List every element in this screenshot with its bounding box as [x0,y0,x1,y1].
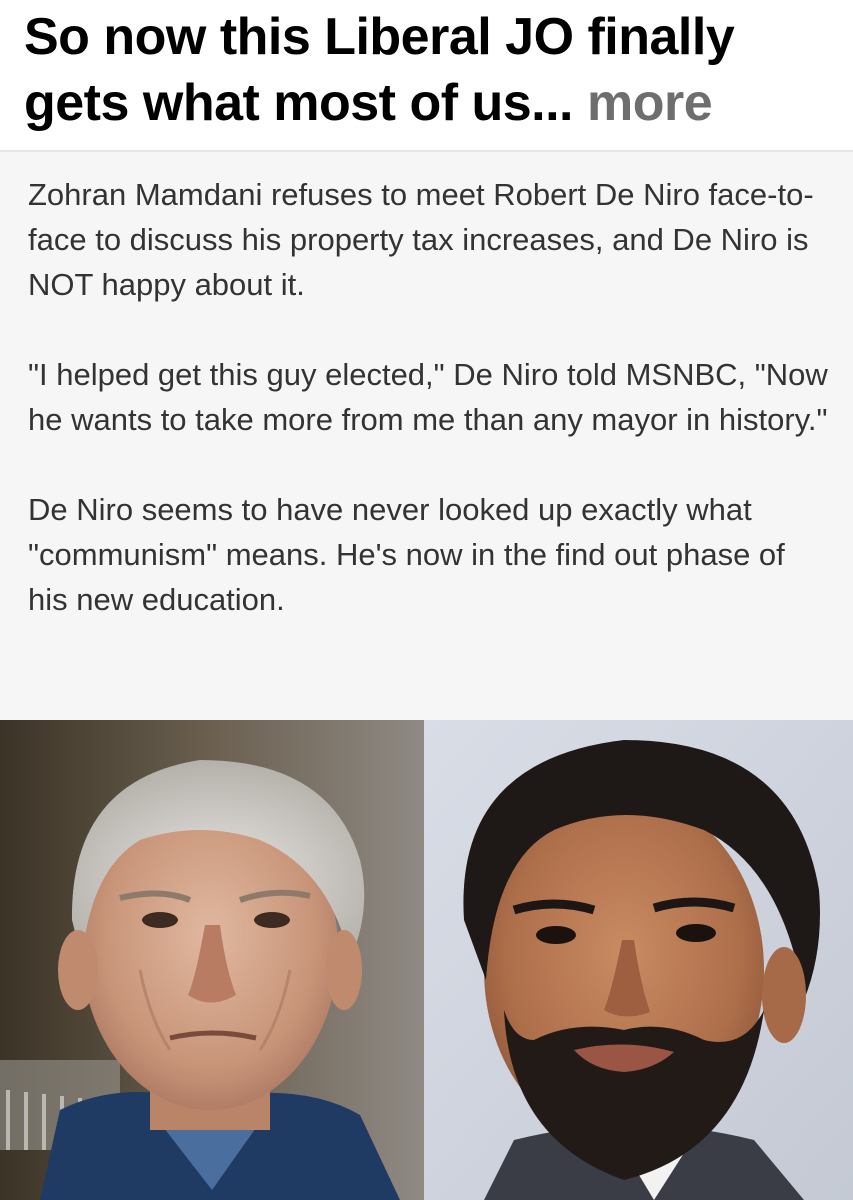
photo-left-portrait [0,720,424,1200]
article-paragraph-2: "I helped get this guy elected," De Niro… [28,357,828,437]
article-screenshot: Zohran Mamdani refuses to meet Robert De… [0,152,853,720]
article-paragraph-1: Zohran Mamdani refuses to meet Robert De… [28,177,814,302]
bearded-man-portrait-image [424,720,853,1200]
article-paragraph-3: De Niro seems to have never looked up ex… [28,492,785,617]
older-man-portrait-image [0,720,424,1200]
photo-right-portrait [424,720,853,1200]
more-link[interactable]: more [587,74,713,132]
post-header: So now this Liberal JO finally gets what… [0,0,853,150]
post-title: So now this Liberal JO finally gets what… [24,4,833,136]
